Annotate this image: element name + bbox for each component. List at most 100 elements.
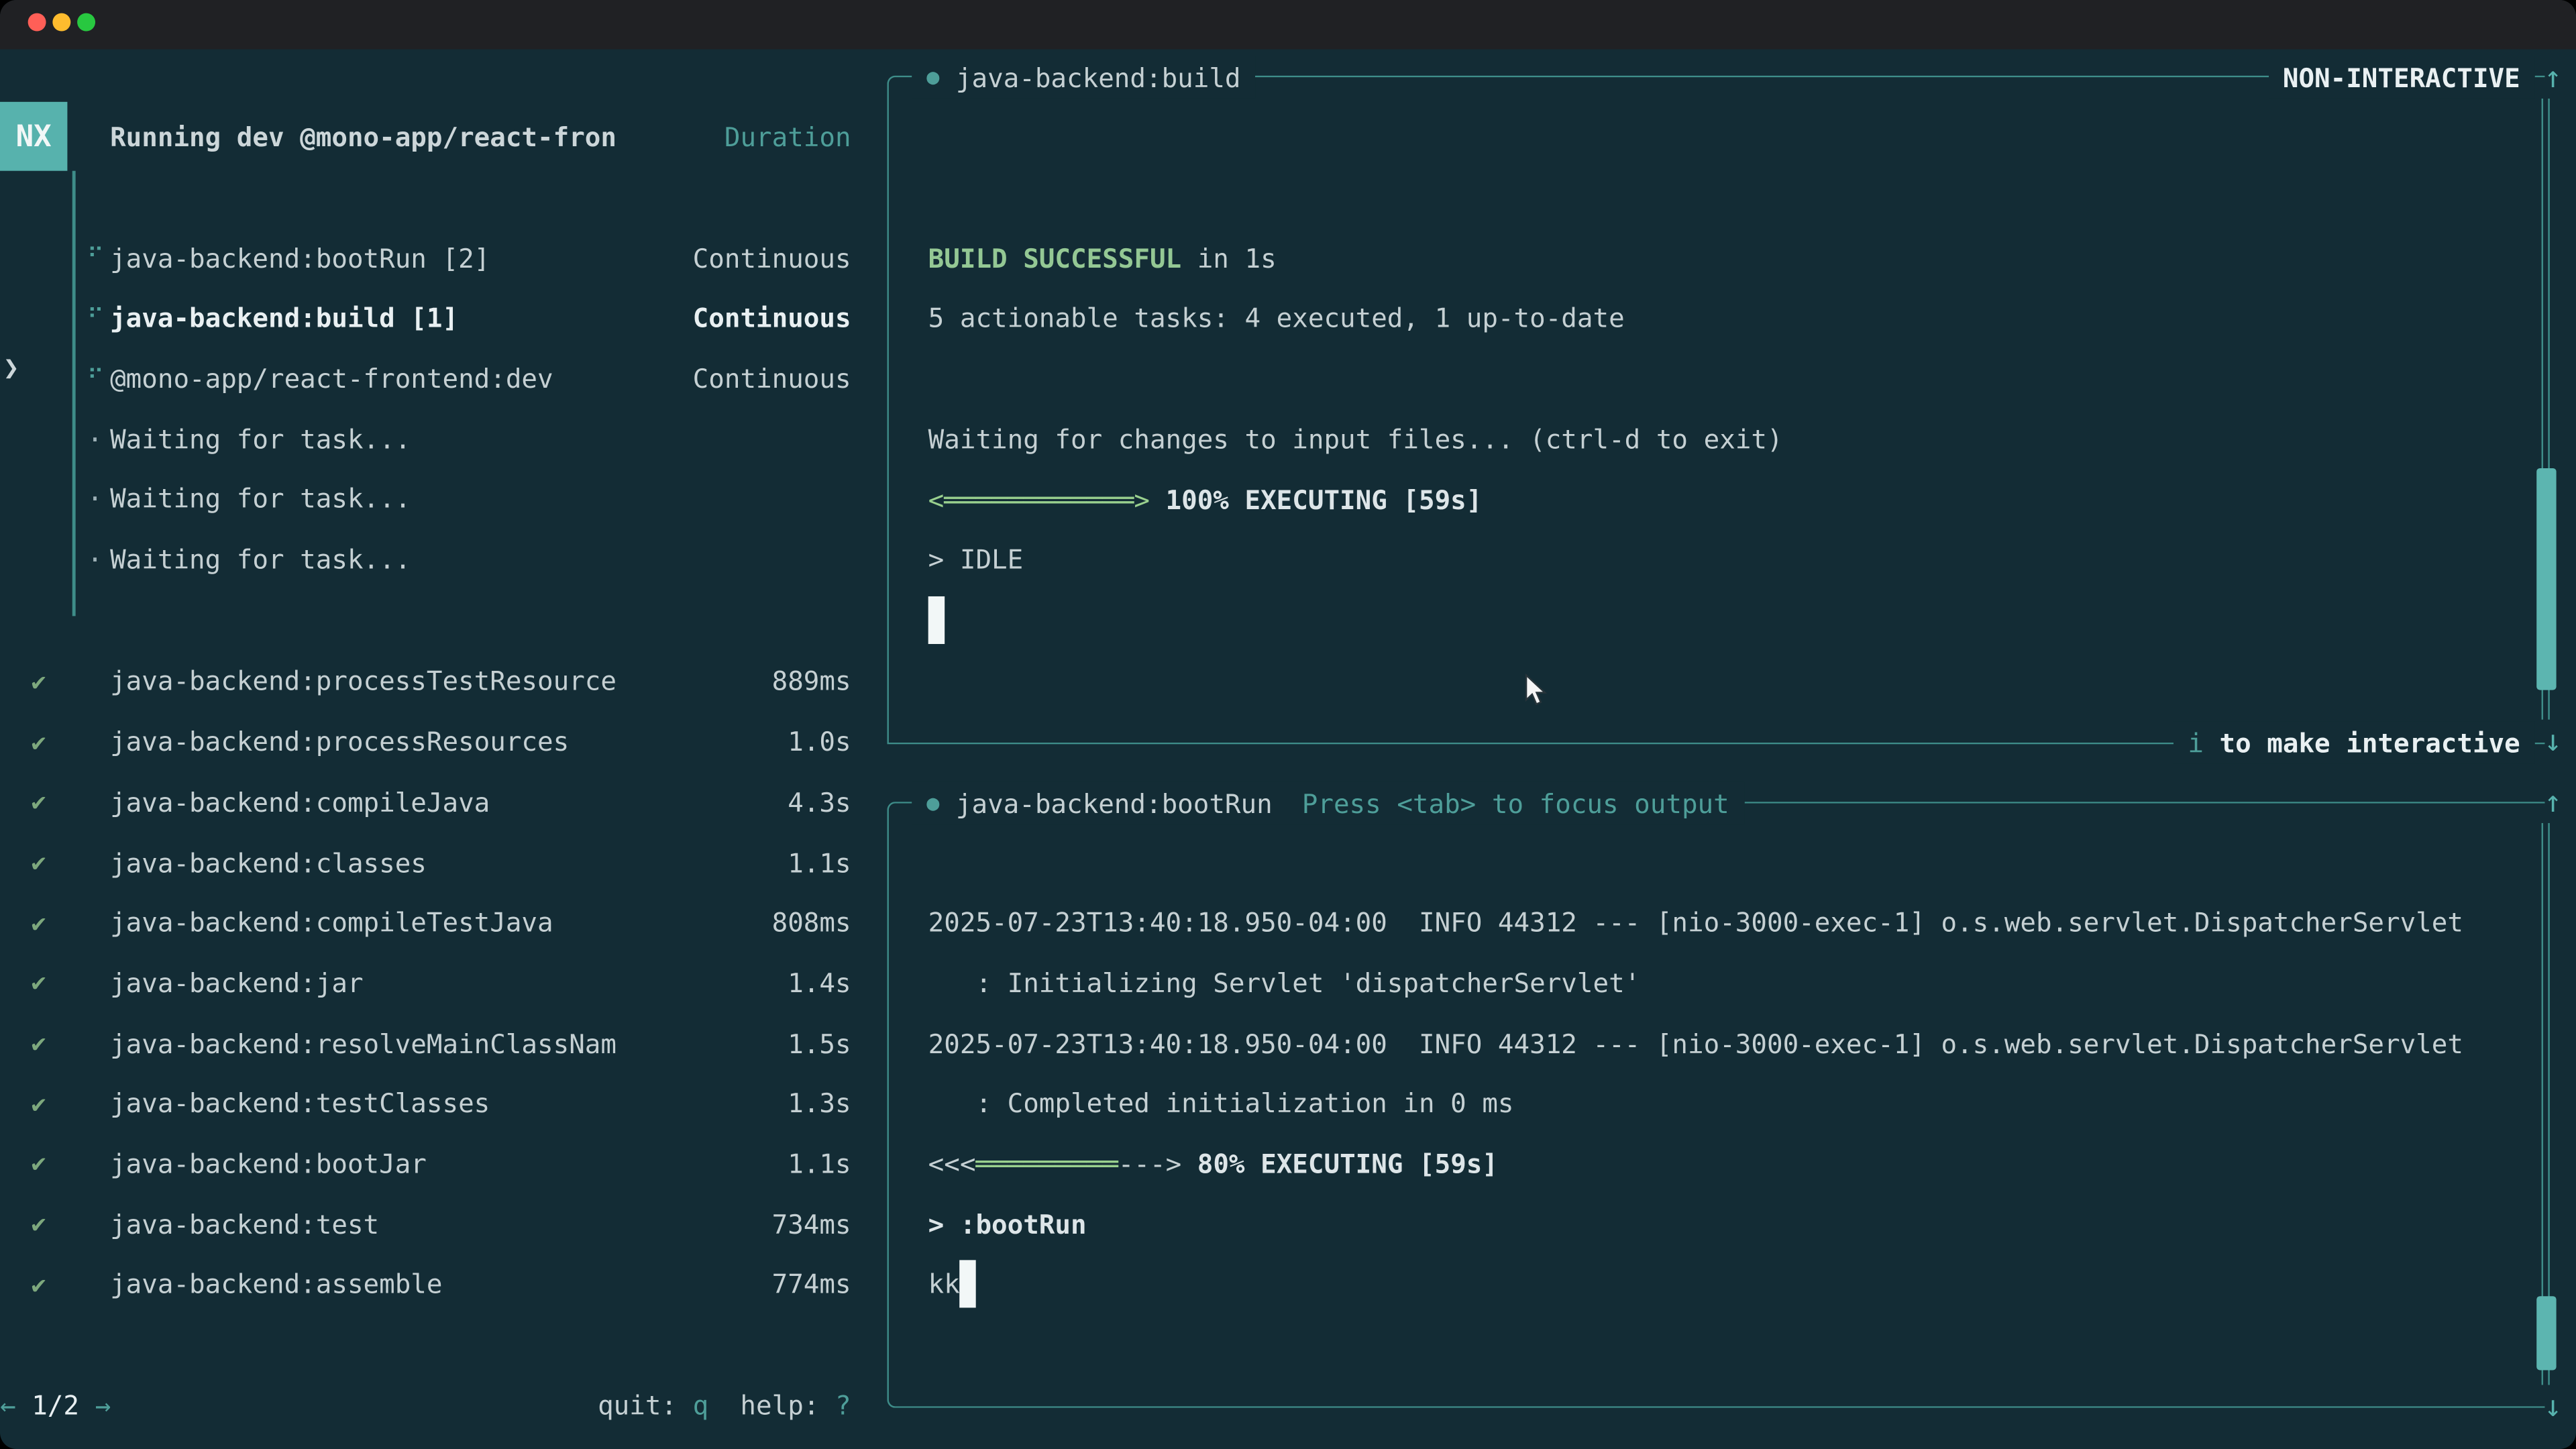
task-row[interactable]: ✔ java-backend:test 734ms bbox=[0, 1194, 889, 1254]
scroll-up-arrow[interactable]: ↑ bbox=[2536, 56, 2569, 99]
check-icon: ✔ bbox=[32, 893, 46, 953]
waiting-dot-icon: · bbox=[87, 409, 103, 470]
task-row[interactable]: ✔ java-backend:resolveMainClassNam 1.5s bbox=[0, 1013, 889, 1073]
task-duration: 1.1s bbox=[788, 833, 851, 893]
build-status-line: BUILD SUCCESSFUL in 1s bbox=[928, 228, 1277, 288]
task-label: java-backend:build [1] bbox=[110, 288, 458, 349]
check-icon: ✔ bbox=[32, 833, 46, 893]
spinner-icon: ⠋ bbox=[87, 349, 104, 409]
task-label: java-backend:bootRun [2] bbox=[110, 228, 490, 288]
nx-logo: NX bbox=[0, 102, 67, 171]
task-row[interactable]: · Waiting for task... bbox=[0, 470, 889, 530]
help-key[interactable]: ? bbox=[835, 1390, 851, 1421]
terminal-cursor bbox=[928, 596, 945, 644]
mouse-cursor bbox=[1525, 674, 1550, 714]
maximize-window-button[interactable] bbox=[77, 13, 95, 32]
build-panel-title: java-backend:build bbox=[956, 62, 1241, 93]
task-label: java-backend:processTestResource bbox=[110, 651, 616, 712]
sidebar-header: Running dev @mono-app/react-fron Duratio… bbox=[110, 102, 851, 171]
task-row[interactable]: ✔ java-backend:testClasses 1.3s bbox=[0, 1073, 889, 1134]
task-bullet-icon: ● bbox=[926, 65, 939, 90]
progress-label: 100% EXECUTING [59s] bbox=[1150, 484, 1482, 515]
task-row[interactable]: ✔ java-backend:classes 1.1s bbox=[0, 833, 889, 893]
build-progress-line: <════════════> 100% EXECUTING [59s] bbox=[928, 470, 1483, 530]
check-icon: ✔ bbox=[32, 772, 46, 833]
task-label: java-backend:jar bbox=[110, 953, 363, 1013]
scroll-down-arrow[interactable]: ↓ bbox=[2536, 1385, 2569, 1428]
check-icon: ✔ bbox=[32, 1073, 46, 1134]
progress-tail: ---> bbox=[1118, 1148, 1181, 1180]
log-line: 2025-07-23T13:40:18.950-04:00 INFO 44312… bbox=[928, 1014, 2463, 1074]
quit-label: quit: bbox=[598, 1390, 693, 1421]
task-label: java-backend:bootJar bbox=[110, 1134, 427, 1194]
task-duration: 1.5s bbox=[788, 1013, 851, 1073]
task-row-selected[interactable]: ⠋ java-backend:build [1] Continuous bbox=[0, 288, 889, 349]
task-duration: 889ms bbox=[772, 651, 851, 712]
log-line: 2025-07-23T13:40:18.950-04:00 INFO 44312… bbox=[928, 893, 2463, 953]
task-label: java-backend:compileTestJava bbox=[110, 893, 553, 953]
scrollbar-thumb[interactable] bbox=[2536, 1296, 2555, 1370]
task-row[interactable]: · Waiting for task... bbox=[0, 529, 889, 590]
check-icon: ✔ bbox=[32, 712, 46, 772]
task-sidebar: NX Running dev @mono-app/react-fron Dura… bbox=[0, 49, 889, 1449]
task-row[interactable]: ✔ java-backend:bootJar 1.1s bbox=[0, 1134, 889, 1194]
minimize-window-button[interactable] bbox=[52, 13, 70, 32]
task-label: Waiting for task... bbox=[110, 470, 411, 530]
duration-column-header: Duration bbox=[724, 121, 851, 152]
check-icon: ✔ bbox=[32, 1134, 46, 1194]
task-duration: 734ms bbox=[772, 1194, 851, 1254]
bootrun-prompt-line: > :bootRun bbox=[928, 1194, 1087, 1254]
focus-output-hint: Press <tab> to focus output bbox=[1302, 788, 1729, 819]
task-label: java-backend:assemble bbox=[110, 1254, 442, 1315]
task-row[interactable]: ⠋ @mono-app/react-frontend:dev Continuou… bbox=[0, 349, 889, 409]
task-label: java-backend:processResources bbox=[110, 712, 569, 772]
task-row[interactable]: ⠋ java-backend:bootRun [2] Continuous bbox=[0, 228, 889, 288]
task-status: Continuous bbox=[693, 228, 851, 288]
check-icon: ✔ bbox=[32, 1254, 46, 1315]
help-label: help: bbox=[708, 1390, 835, 1421]
task-status: Continuous bbox=[693, 288, 851, 349]
check-icon: ✔ bbox=[32, 953, 46, 1013]
quit-key[interactable]: q bbox=[693, 1390, 709, 1421]
progress-bar: ═════════ bbox=[975, 1148, 1118, 1180]
progress-bar: <════════════> bbox=[928, 484, 1150, 515]
task-row[interactable]: ✔ java-backend:jar 1.4s bbox=[0, 953, 889, 1013]
next-page-arrow[interactable]: → bbox=[95, 1390, 111, 1421]
bootrun-input-line[interactable]: kk bbox=[928, 1254, 977, 1315]
close-window-button[interactable] bbox=[28, 13, 46, 32]
task-label: @mono-app/react-frontend:dev bbox=[110, 349, 553, 409]
task-row[interactable]: ✔ java-backend:compileJava 4.3s bbox=[0, 772, 889, 833]
task-label: java-backend:compileJava bbox=[110, 772, 490, 833]
log-line: : Completed initialization in 0 ms bbox=[928, 1073, 1514, 1134]
prev-page-arrow[interactable]: ← bbox=[0, 1390, 16, 1421]
task-label: Waiting for task... bbox=[110, 529, 411, 590]
progress-head: <<< bbox=[928, 1148, 976, 1180]
build-prompt-line: > IDLE bbox=[928, 530, 1024, 590]
task-duration: 1.1s bbox=[788, 1134, 851, 1194]
window-titlebar bbox=[0, 0, 2576, 49]
task-row[interactable]: · Waiting for task... bbox=[0, 409, 889, 470]
terminal-cursor bbox=[960, 1260, 976, 1308]
task-row[interactable]: ✔ java-backend:assemble 774ms bbox=[0, 1254, 889, 1315]
interactive-hint: i to make interactive bbox=[2173, 721, 2535, 764]
scrollbar-thumb[interactable] bbox=[2536, 468, 2555, 690]
interactive-hint-key[interactable]: i bbox=[2188, 727, 2204, 759]
waiting-dot-icon: · bbox=[87, 470, 103, 530]
check-icon: ✔ bbox=[32, 1013, 46, 1073]
page-indicator: 1/2 bbox=[16, 1390, 95, 1421]
task-duration: 1.3s bbox=[788, 1073, 851, 1134]
waiting-dot-icon: · bbox=[87, 529, 103, 590]
task-duration: 1.4s bbox=[788, 953, 851, 1013]
task-duration: 4.3s bbox=[788, 772, 851, 833]
task-label: java-backend:classes bbox=[110, 833, 427, 893]
scroll-up-arrow[interactable]: ↑ bbox=[2536, 780, 2569, 823]
task-row[interactable]: ✔ java-backend:compileTestJava 808ms bbox=[0, 893, 889, 953]
typed-input: kk bbox=[928, 1269, 960, 1301]
check-icon: ✔ bbox=[32, 651, 46, 712]
spinner-icon: ⠋ bbox=[87, 228, 104, 288]
task-row[interactable]: ✔ java-backend:processResources 1.0s bbox=[0, 712, 889, 772]
spinner-icon: ⠋ bbox=[87, 288, 104, 349]
scroll-down-arrow[interactable]: ↓ bbox=[2536, 720, 2569, 763]
task-row[interactable]: ✔ java-backend:processTestResource 889ms bbox=[0, 651, 889, 712]
terminal-window: NX Running dev @mono-app/react-fron Dura… bbox=[0, 0, 2576, 1449]
